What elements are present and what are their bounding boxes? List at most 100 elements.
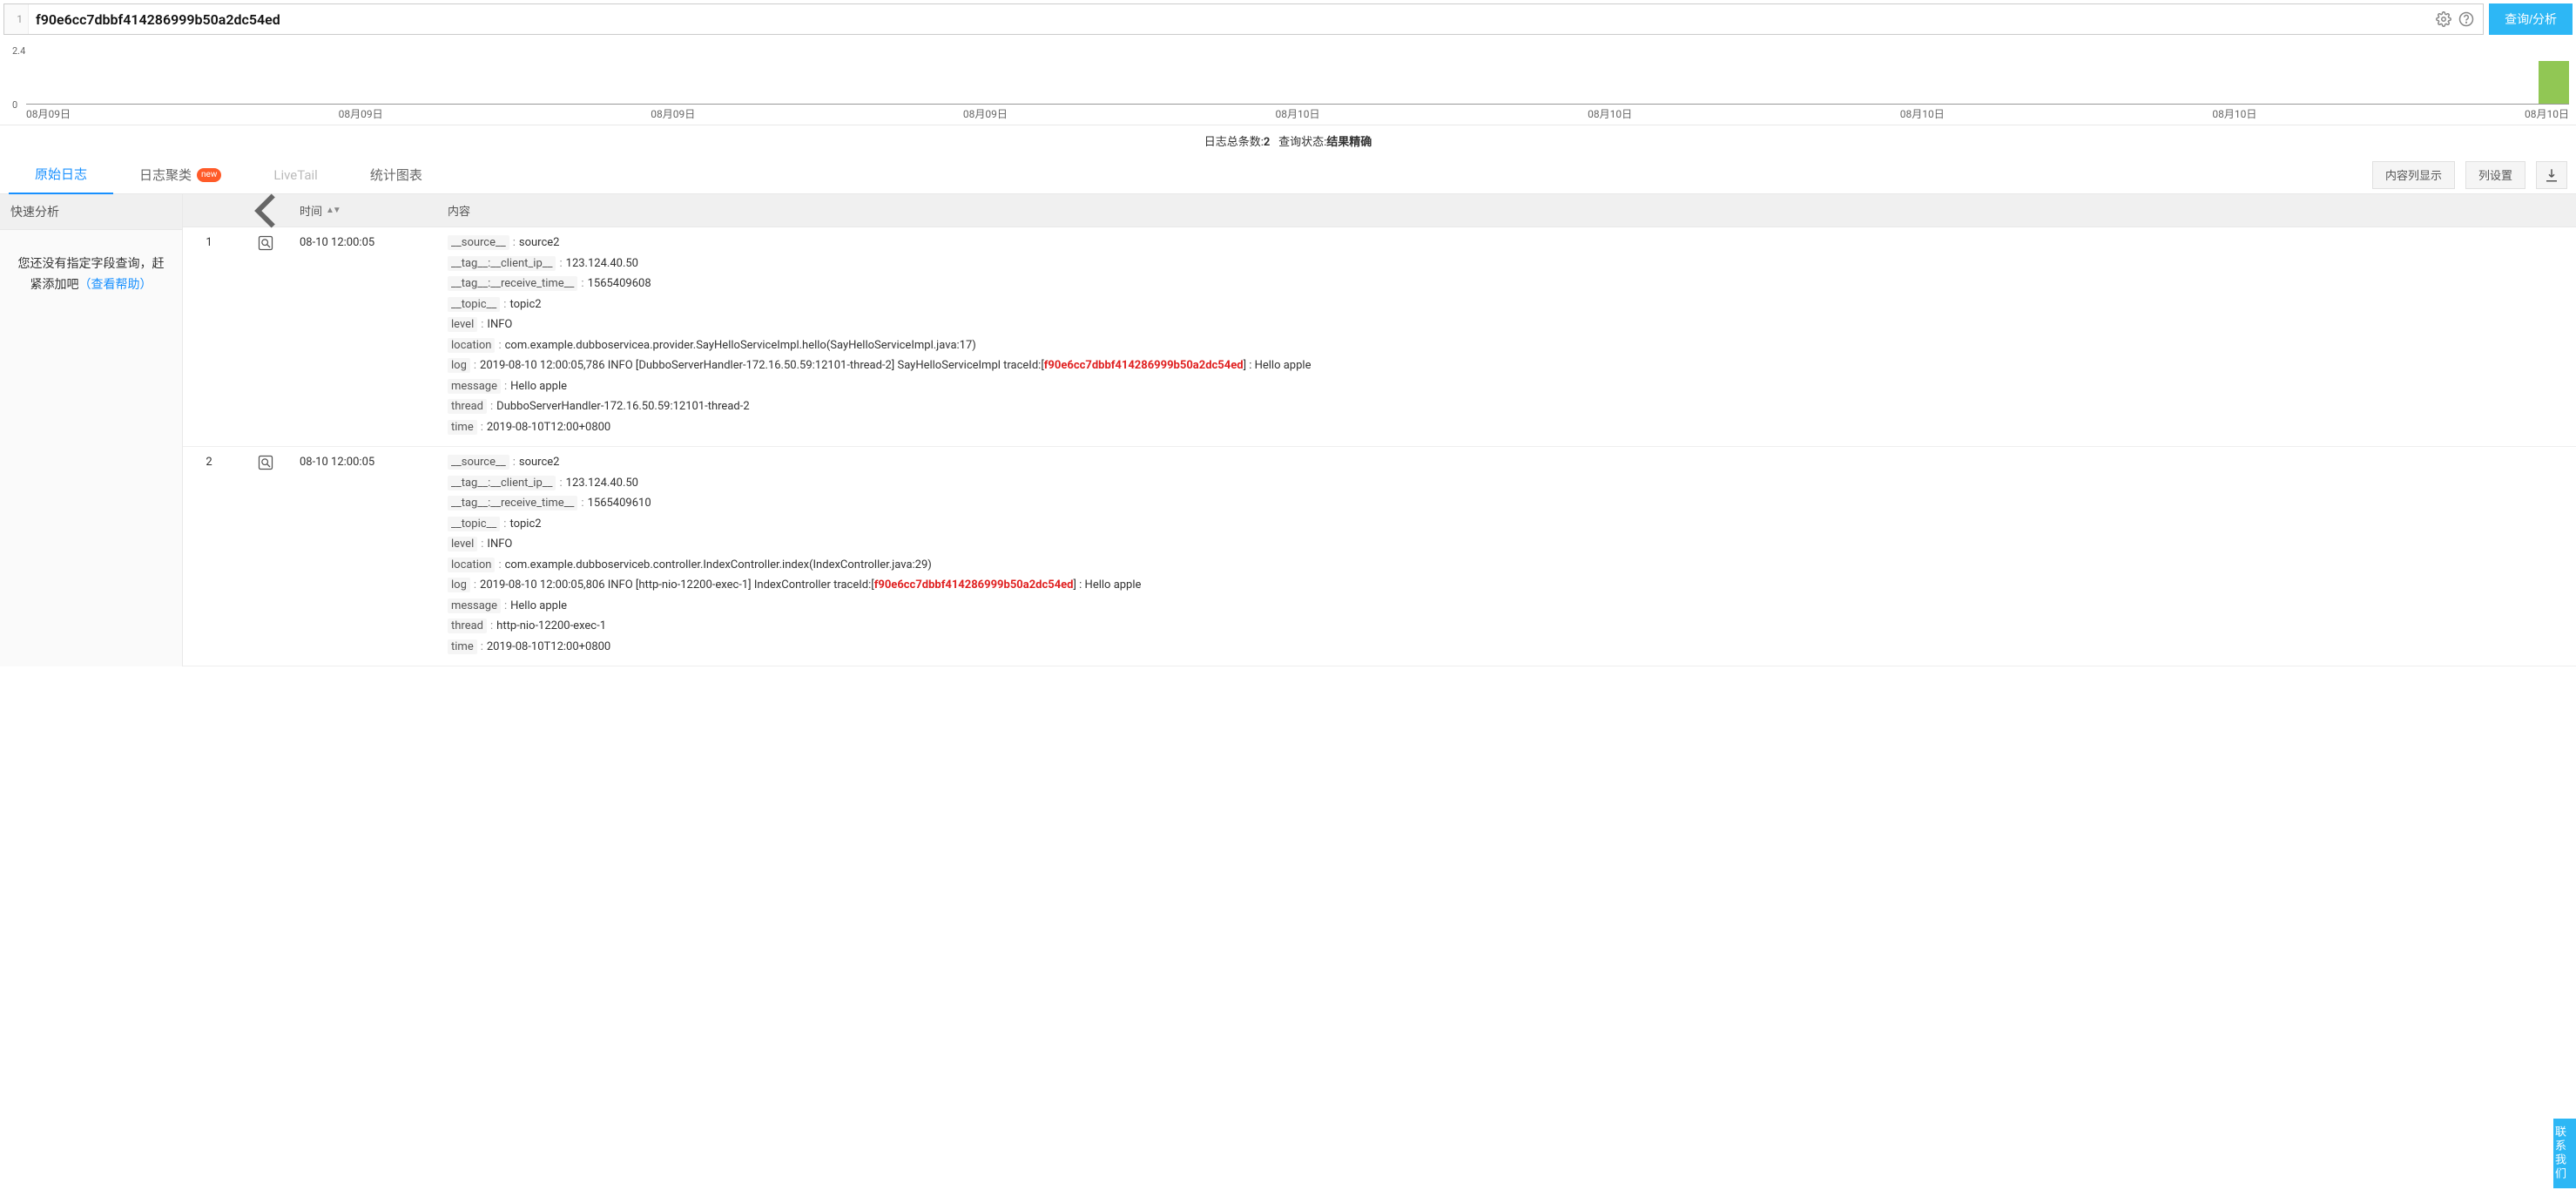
x-tick: 08月09日 (339, 106, 383, 121)
help-link[interactable]: （查看帮助） (79, 278, 152, 292)
help-icon[interactable] (2458, 11, 2474, 27)
x-tick: 08月10日 (2212, 106, 2256, 121)
tab-stat-chart[interactable]: 统计图表 (344, 156, 448, 194)
tab-raw-logs[interactable]: 原始日志 (9, 156, 113, 194)
contact-us-label: 联系我们 (2551, 1126, 2567, 1181)
field-key[interactable]: location (448, 338, 495, 353)
field-key[interactable]: log (448, 358, 470, 373)
field-key[interactable]: __tag__:__client_ip__ (448, 476, 556, 490)
field-value: topic2 (509, 298, 541, 311)
tabs: 原始日志 日志聚类 new LiveTail 统计图表 (9, 156, 2372, 194)
log-row: 208-10 12:00:05__source__:source2__tag__… (183, 447, 2576, 666)
field-key[interactable]: __topic__ (448, 297, 500, 312)
contact-us-tab[interactable]: 联系我们 (2553, 1119, 2576, 1188)
tab-cluster-label: 日志聚类 (139, 166, 192, 184)
log-field: level:INFO (448, 316, 2576, 334)
field-value: 2019-08-10T12:00+0800 (487, 640, 610, 653)
log-field: message:Hello apple (448, 598, 2576, 615)
query-state-value: 结果精确 (1326, 136, 1372, 149)
field-key[interactable]: time (448, 639, 477, 654)
tab-raw-label: 原始日志 (35, 165, 87, 183)
field-value: INFO (487, 538, 512, 551)
magnify-icon (257, 234, 274, 252)
field-colon: : (556, 477, 565, 490)
field-colon: : (477, 318, 487, 331)
query-state-label: 查询状态: (1278, 136, 1326, 149)
field-key[interactable]: message (448, 598, 501, 613)
row-expand-button[interactable] (235, 234, 296, 439)
col-content-header: 内容 (444, 202, 2576, 219)
field-colon: : (477, 421, 487, 434)
field-key[interactable]: __tag__:__receive_time__ (448, 276, 577, 291)
field-colon: : (500, 517, 509, 531)
tab-bar: 原始日志 日志聚类 new LiveTail 统计图表 内容列显示 列设置 (0, 156, 2576, 194)
field-key[interactable]: location (448, 558, 495, 572)
log-field: log:2019-08-10 12:00:05,786 INFO [DubboS… (448, 357, 2576, 375)
field-key[interactable]: __source__ (448, 235, 509, 250)
field-colon: : (501, 380, 510, 393)
field-key[interactable]: level (448, 317, 477, 332)
search-button[interactable]: 查询/分析 (2489, 3, 2573, 35)
field-colon: : (477, 640, 487, 653)
new-badge: new (197, 168, 221, 182)
log-field: location:com.example.dubboservicea.provi… (448, 337, 2576, 355)
row-expand-button[interactable] (235, 454, 296, 659)
query-box[interactable]: 1 (3, 3, 2484, 35)
field-key[interactable]: thread (448, 399, 487, 414)
log-field: __tag__:__client_ip__:123.124.40.50 (448, 475, 2576, 492)
field-value: 1565409608 (588, 277, 651, 290)
log-field: level:INFO (448, 536, 2576, 553)
field-value: 2019-08-10 12:00:05,786 INFO [DubboServe… (480, 359, 1311, 372)
field-value: Hello apple (510, 599, 567, 612)
field-colon: : (470, 578, 480, 592)
log-field: __tag__:__receive_time__:1565409610 (448, 495, 2576, 512)
tab-log-cluster[interactable]: 日志聚类 new (113, 156, 247, 194)
field-key[interactable]: message (448, 379, 501, 394)
download-button[interactable] (2536, 161, 2567, 189)
histogram-chart[interactable]: 2.4 0 08月09日08月09日08月09日08月09日08月10日08月1… (0, 38, 2576, 125)
log-field: location:com.example.dubboserviceb.contr… (448, 557, 2576, 574)
log-field: log:2019-08-10 12:00:05,806 INFO [http-n… (448, 577, 2576, 594)
field-value: 2019-08-10T12:00+0800 (487, 421, 610, 434)
field-value: DubboServerHandler-172.16.50.59:12101-th… (496, 400, 749, 413)
field-colon: : (487, 619, 496, 632)
highlight-match: f90e6cc7dbbf414286999b50a2dc54ed (1044, 359, 1244, 372)
col-time-header[interactable]: 时间 ▲▼ (296, 202, 444, 219)
row-index: 2 (183, 454, 235, 659)
field-colon: : (577, 497, 587, 510)
field-key[interactable]: __topic__ (448, 517, 500, 531)
row-index: 1 (183, 234, 235, 439)
row-time: 08-10 12:00:05 (296, 234, 444, 439)
field-key[interactable]: log (448, 578, 470, 592)
field-value: com.example.dubboserviceb.controller.Ind… (505, 558, 932, 571)
field-value: Hello apple (510, 380, 567, 393)
field-colon: : (487, 400, 496, 413)
query-input[interactable] (29, 4, 2427, 34)
log-row: 108-10 12:00:05__source__:source2__tag__… (183, 227, 2576, 447)
field-key[interactable]: __source__ (448, 455, 509, 470)
field-key[interactable]: thread (448, 619, 487, 633)
content-column-display-button[interactable]: 内容列显示 (2372, 161, 2455, 189)
log-field: __tag__:__client_ip__:123.124.40.50 (448, 255, 2576, 273)
field-key[interactable]: time (448, 420, 477, 435)
x-tick: 08月10日 (1276, 106, 1320, 121)
collapse-sidebar-button[interactable] (235, 180, 296, 241)
column-settings-button[interactable]: 列设置 (2465, 161, 2525, 189)
field-colon: : (509, 456, 519, 469)
total-label: 日志总条数: (1204, 136, 1264, 149)
field-value: 2019-08-10 12:00:05,806 INFO [http-nio-1… (480, 578, 1141, 592)
field-key[interactable]: __tag__:__client_ip__ (448, 256, 556, 271)
field-colon: : (556, 257, 565, 270)
table-header: 时间 ▲▼ 内容 (183, 194, 2576, 227)
download-icon (2544, 167, 2559, 183)
x-tick: 08月09日 (963, 106, 1008, 121)
field-key[interactable]: level (448, 537, 477, 551)
x-tick: 08月10日 (1588, 106, 1632, 121)
search-bar: 1 查询/分析 (0, 0, 2576, 38)
log-field: __source__:source2 (448, 454, 2576, 471)
y-tick-top: 2.4 (12, 45, 25, 57)
field-key[interactable]: __tag__:__receive_time__ (448, 496, 577, 511)
gear-icon[interactable] (2436, 11, 2451, 27)
field-value: topic2 (509, 517, 541, 531)
field-value: http-nio-12200-exec-1 (496, 619, 606, 632)
